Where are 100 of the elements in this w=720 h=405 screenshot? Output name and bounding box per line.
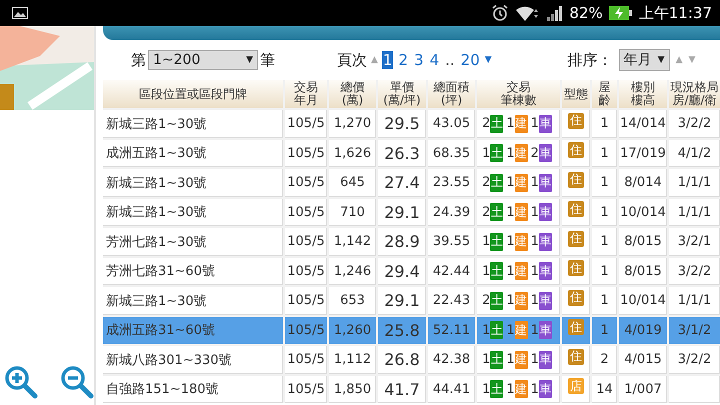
parking-tag: 車 [538,174,552,192]
type-tag: 住 [568,142,584,158]
type-tag: 住 [568,348,584,365]
wifi-icon [515,4,540,22]
land-tag: 土 [490,114,504,133]
building-tag: 建 [514,114,528,133]
floor-cell: 17/019 [619,140,667,167]
unit-price-cell: 29.4 [378,258,426,285]
column-header: 區段位置或區段門牌 [139,88,247,100]
date-cell: 105/5 [285,140,327,167]
count-text: 1 [506,264,515,279]
parking-tag: 車 [538,292,552,310]
count-text: 2 [482,204,490,220]
count-text: 2 [482,293,490,308]
building-tag: 建 [514,232,528,251]
unit-price-cell: 26.8 [378,346,426,374]
date-cell: 105/5 [285,198,327,226]
building-tag: 建 [514,174,528,192]
address-cell[interactable]: 新城八路301~330號 [103,346,283,374]
floor-cell: 4/015 [619,346,667,374]
age-cell: 1 [592,169,617,196]
dropdown-arrow-icon: ▼ [246,55,253,65]
sort-label: 排序： [568,50,613,70]
type-tag: 住 [568,260,584,276]
floor-cell: 8/015 [619,258,667,285]
page-link[interactable]: 2 [397,51,410,69]
alarm-icon [491,4,510,22]
page-label: 頁次 [337,50,367,70]
count-text: 1 [530,116,539,132]
count-text: 1 [506,204,515,220]
column-header: 屋 [598,81,610,94]
next-page-icon[interactable]: ▼ [484,55,492,65]
land-tag: 土 [490,350,504,369]
count-text: 2 [482,116,490,132]
parking-tag: 車 [538,380,552,398]
address-cell[interactable]: 新城三路1~30號 [103,198,283,226]
count-text: 1 [506,352,515,368]
building-tag: 建 [514,380,528,398]
zoom-in-icon[interactable] [4,365,38,399]
total-price-cell: 1,246 [329,258,376,285]
land-tag: 土 [490,144,504,162]
unit-price-cell: 27.4 [378,169,426,196]
date-cell: 105/5 [285,376,327,403]
unit-price-cell: 29.1 [378,287,426,314]
signal-icon [545,4,564,22]
count-text: 1 [506,293,515,308]
count-text: 1 [506,382,515,397]
address-cell[interactable]: 新城三路1~30號 [103,110,283,138]
page-link[interactable]: 4 [428,51,440,69]
area-cell: 68.35 [428,140,475,167]
battery-charging-icon [608,5,633,21]
count-text: 1 [482,234,490,250]
address-cell[interactable]: 芳洲七路31~60號 [103,258,283,285]
count-text: 1 [530,175,539,190]
column-header: 型態 [564,88,588,100]
building-tag: 建 [514,321,528,340]
page-link[interactable]: 1 [382,51,394,69]
age-cell: 14 [592,376,617,403]
date-cell: 105/5 [285,258,327,285]
area-cell: 23.55 [428,169,475,196]
address-cell[interactable]: 成洲五路1~30號 [103,140,283,167]
count-text: 1 [506,175,515,190]
range-dropdown[interactable]: 1~200 ▼ [148,50,258,70]
page-link[interactable]: 3 [413,51,425,69]
unit-price-cell: 26.3 [378,140,426,167]
address-cell[interactable]: 成洲五路31~60號 [103,316,283,344]
total-price-cell: 653 [329,287,376,314]
area-cell: 39.55 [428,228,475,256]
floor-cell: 14/014 [619,110,667,138]
date-cell: 105/5 [285,316,327,344]
page-link[interactable]: 20 [460,51,481,69]
layout-cell: 3/2/2 [669,258,720,285]
count-text: 1 [506,234,515,250]
address-cell[interactable]: 新城三路1~30號 [103,287,283,314]
unit-price-cell: 25.8 [378,316,426,344]
layout-cell: 3/2/2 [669,346,720,374]
parking-tag: 車 [538,232,552,251]
count-text: 2 [482,175,490,190]
type-tag: 店 [568,378,584,394]
layout-cell: 3/1/2 [669,316,720,344]
age-cell: 1 [592,258,617,285]
building-tag: 建 [514,203,528,222]
land-tag: 土 [490,292,504,310]
count-text: 1 [530,352,539,368]
area-cell: 43.05 [428,110,475,138]
count-text: 1 [482,264,490,279]
layout-cell: 3/2/1 [669,228,720,256]
unit-price-cell: 29.5 [378,110,426,138]
layout-cell: 3/2/2 [669,110,720,138]
sort-dropdown[interactable]: 年月 ▼ [618,49,670,71]
address-cell[interactable]: 新城三路1~30號 [103,169,283,196]
address-cell[interactable]: 芳洲七路1~30號 [103,228,283,256]
zoom-out-icon[interactable] [60,365,94,399]
address-cell[interactable]: 自強路151~180號 [103,376,283,403]
column-header: (萬/坪) [383,94,421,107]
image-icon [12,7,28,19]
layout-cell: 1/1/1 [669,287,720,314]
type-tag: 住 [568,201,584,218]
count-text: 1 [482,322,490,338]
range-prefix: 第 [131,50,146,70]
